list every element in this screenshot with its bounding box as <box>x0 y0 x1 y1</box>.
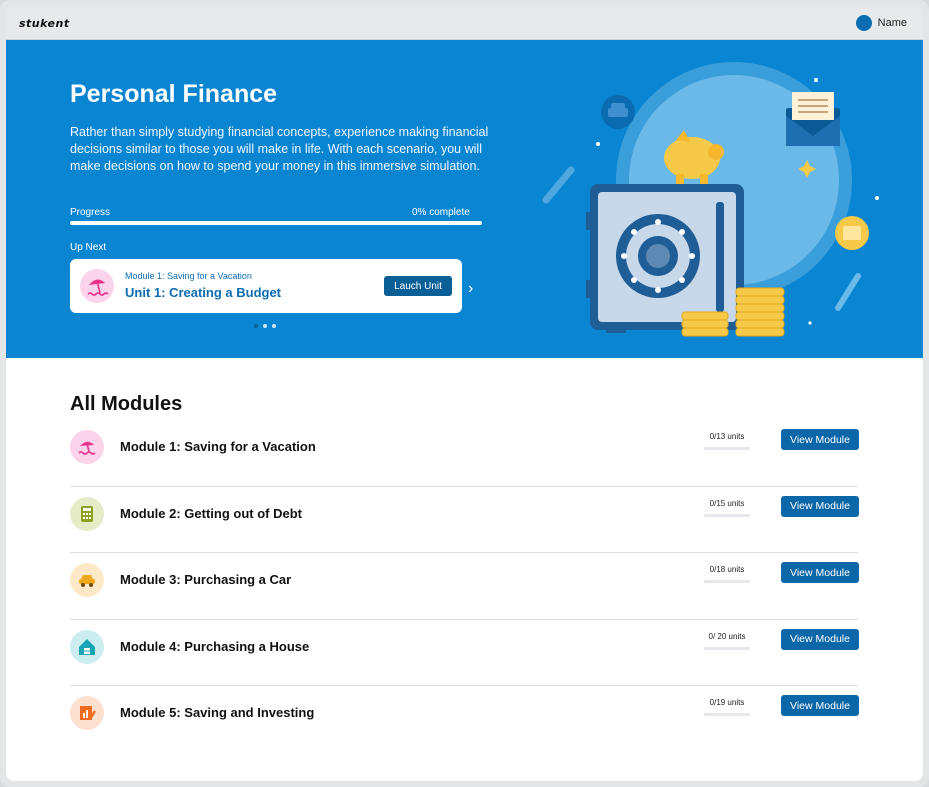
module-name: Module 1: Saving for a Vacation <box>120 439 316 454</box>
beach-umbrella-icon <box>80 269 114 303</box>
beach-umbrella-icon <box>70 430 104 464</box>
carousel-dot[interactable] <box>272 324 276 328</box>
carousel-dot[interactable] <box>263 324 267 328</box>
car-badge-icon <box>601 95 635 129</box>
module-row: Module 1: Saving for a Vacation 0/13 unit… <box>70 420 859 487</box>
module-progress: 0/19 units <box>704 698 750 716</box>
user-menu[interactable]: Name <box>855 15 907 31</box>
units-count: 0/ 20 units <box>708 631 746 641</box>
view-module-button[interactable]: View Module <box>781 495 859 517</box>
units-progress-bar <box>704 646 750 650</box>
device-frame: stukent Name Personal Finance Rather tha… <box>0 0 929 787</box>
view-module-button[interactable]: View Module <box>781 695 859 716</box>
chevron-right-icon[interactable]: › <box>468 280 473 298</box>
hero-banner: Personal Finance Rather than simply stud… <box>6 40 923 358</box>
avatar[interactable] <box>855 15 872 31</box>
units-count: 0/15 units <box>709 498 745 508</box>
view-module-button[interactable]: View Module <box>781 429 859 450</box>
app-window: stukent Name Personal Finance Rather tha… <box>6 6 923 781</box>
units-progress-bar <box>704 580 750 583</box>
module-row: Module 3: Purchasing a Car 0/18 units View… <box>70 553 859 620</box>
progress-percent: 0% complete <box>412 207 470 218</box>
units-progress-bar <box>704 447 750 450</box>
stukent-logo[interactable]: stukent <box>19 17 70 30</box>
up-next-label: Up Next <box>70 242 107 253</box>
safe-illustration <box>542 62 879 337</box>
car-icon <box>70 563 104 597</box>
units-progress-bar <box>704 513 750 517</box>
module-row: Module 4: Purchasing a House 0/ 20 units V… <box>70 620 859 686</box>
module-name: Module 5: Saving and Investing <box>120 705 315 720</box>
units-count: 0/18 units <box>709 565 745 574</box>
calculator-icon <box>70 496 104 531</box>
module-list: Module 1: Saving for a Vacation 0/13 unit… <box>70 420 859 753</box>
top-bar: stukent Name <box>6 6 923 40</box>
all-modules-heading: All Modules <box>70 393 183 415</box>
module-name: Module 3: Purchasing a Car <box>120 572 292 587</box>
module-name: Module 4: Purchasing a House <box>120 638 310 654</box>
up-next-card[interactable]: Module 1: Saving for a Vacation Unit 1: … <box>70 259 462 313</box>
units-progress-bar <box>704 713 750 716</box>
units-count: 0/13 units <box>709 432 745 441</box>
envelope-icon <box>786 92 840 146</box>
module-row: Module 2: Getting out of Debt 0/15 units V… <box>70 487 859 553</box>
module-progress: 0/18 units <box>704 565 750 583</box>
progress-label: Progress <box>70 207 111 218</box>
module-progress: 0/ 20 units <box>704 632 750 650</box>
progress-bar <box>70 221 482 225</box>
view-module-button[interactable]: View Module <box>781 628 859 650</box>
carousel-dot[interactable] <box>254 324 258 328</box>
launch-unit-button[interactable]: Lauch Unit <box>384 276 452 296</box>
up-next-unit: Unit 1: Creating a Budget <box>125 285 282 300</box>
carousel-dots <box>254 324 276 328</box>
safe-icon <box>586 184 744 333</box>
module-row: Module 5: Saving and Investing 0/19 units… <box>70 686 859 753</box>
units-count: 0/19 units <box>709 698 745 707</box>
user-name[interactable]: Name <box>878 17 907 29</box>
investment-chart-icon <box>70 696 104 730</box>
wallet-badge-icon <box>835 216 869 250</box>
hero-description: Rather than simply studying financial co… <box>70 125 489 173</box>
up-next-module: Module 1: Saving for a Vacation <box>125 271 252 281</box>
page-title: Personal Finance <box>70 80 278 108</box>
module-name: Module 2: Getting out of Debt <box>120 505 302 521</box>
view-module-button[interactable]: View Module <box>781 562 859 583</box>
module-progress: 0/13 units <box>704 432 750 450</box>
house-icon <box>70 629 104 664</box>
module-progress: 0/15 units <box>704 499 750 517</box>
